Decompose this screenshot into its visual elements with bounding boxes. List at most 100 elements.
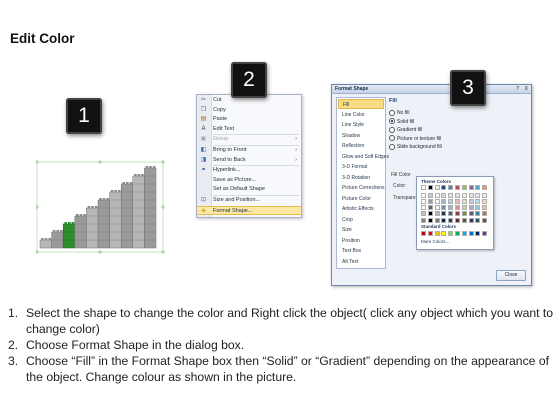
stair-block[interactable] bbox=[86, 207, 99, 249]
category-item-reflection[interactable]: Reflection bbox=[338, 141, 384, 151]
theme-color-swatch[interactable] bbox=[441, 185, 447, 190]
theme-color-swatch[interactable] bbox=[461, 198, 467, 204]
category-item-3-d-rotation[interactable]: 3-D Rotation bbox=[338, 173, 384, 183]
standard-color-swatch[interactable] bbox=[482, 231, 488, 236]
close-icon[interactable]: X bbox=[525, 86, 528, 92]
category-item-fill[interactable]: Fill bbox=[338, 99, 384, 109]
category-item-3-d-format[interactable]: 3-D Format bbox=[338, 162, 384, 172]
category-item-position[interactable]: Position bbox=[338, 236, 384, 246]
help-icon[interactable]: ? bbox=[516, 86, 519, 92]
standard-color-swatch[interactable] bbox=[434, 231, 440, 236]
theme-color-swatch[interactable] bbox=[441, 198, 447, 204]
stair-block[interactable] bbox=[132, 175, 145, 249]
theme-color-swatch[interactable] bbox=[448, 211, 454, 217]
category-item-crop[interactable]: Crop bbox=[338, 215, 384, 225]
theme-color-swatch[interactable] bbox=[482, 217, 488, 223]
theme-color-swatch[interactable] bbox=[448, 185, 454, 190]
theme-color-swatch[interactable] bbox=[448, 205, 454, 211]
theme-color-swatch[interactable] bbox=[475, 185, 481, 190]
category-item-alt-text[interactable]: Alt Text bbox=[338, 257, 384, 267]
menu-item-set-as-default-shape[interactable]: Set as Default Shape bbox=[197, 185, 301, 194]
theme-color-swatch[interactable] bbox=[434, 185, 440, 190]
theme-color-swatch[interactable] bbox=[434, 192, 440, 198]
menu-item-edit-text[interactable]: A Edit Text bbox=[197, 125, 301, 134]
theme-color-swatch[interactable] bbox=[461, 217, 467, 223]
theme-color-swatch[interactable] bbox=[455, 217, 460, 223]
menu-item-copy[interactable]: ❐ Copy bbox=[197, 106, 301, 115]
theme-color-swatch[interactable] bbox=[475, 198, 481, 204]
theme-color-swatch[interactable] bbox=[468, 185, 474, 190]
menu-item-send-to-back[interactable]: ◨ Send to Back › bbox=[197, 156, 301, 165]
theme-color-swatch[interactable] bbox=[448, 198, 454, 204]
theme-color-swatch[interactable] bbox=[455, 198, 460, 204]
resize-handle[interactable] bbox=[161, 250, 165, 254]
theme-color-swatch[interactable] bbox=[482, 185, 488, 190]
theme-color-swatch[interactable] bbox=[434, 211, 440, 217]
selected-block[interactable] bbox=[62, 223, 76, 249]
radio-gradient-fill[interactable]: Gradient fill bbox=[389, 126, 422, 134]
resize-handle[interactable] bbox=[161, 160, 165, 164]
theme-color-swatch[interactable] bbox=[441, 192, 447, 198]
menu-item-save-as-picture[interactable]: Save as Picture... bbox=[197, 176, 301, 185]
radio-solid-fill[interactable]: Solid fill bbox=[389, 118, 414, 126]
theme-color-swatch[interactable] bbox=[421, 185, 426, 190]
resize-handle[interactable] bbox=[98, 250, 102, 254]
theme-color-swatch[interactable] bbox=[461, 205, 467, 211]
theme-color-swatch[interactable] bbox=[455, 211, 460, 217]
resize-handle[interactable] bbox=[36, 160, 39, 164]
radio-no-fill[interactable]: No fill bbox=[389, 109, 410, 117]
radio-picture-or-texture-fill[interactable]: Picture or texture fill bbox=[389, 135, 441, 143]
theme-color-swatch[interactable] bbox=[427, 198, 433, 204]
theme-color-swatch[interactable] bbox=[427, 217, 433, 223]
category-item-glow-and-soft-edges[interactable]: Glow and Soft Edges bbox=[338, 152, 389, 162]
theme-color-swatch[interactable] bbox=[482, 192, 488, 198]
category-item-shadow[interactable]: Shadow bbox=[338, 131, 384, 141]
theme-color-swatch[interactable] bbox=[455, 205, 460, 211]
theme-color-swatch[interactable] bbox=[482, 198, 488, 204]
resize-handle[interactable] bbox=[98, 160, 102, 164]
theme-color-swatch[interactable] bbox=[421, 198, 426, 204]
theme-color-swatch[interactable] bbox=[434, 205, 440, 211]
category-item-picture-corrections[interactable]: Picture Corrections bbox=[338, 183, 385, 193]
standard-color-swatch[interactable] bbox=[461, 231, 467, 236]
theme-color-swatch[interactable] bbox=[475, 205, 481, 211]
theme-color-swatch[interactable] bbox=[468, 217, 474, 223]
theme-color-swatch[interactable] bbox=[461, 211, 467, 217]
resize-handle[interactable] bbox=[36, 250, 39, 254]
theme-color-swatch[interactable] bbox=[475, 211, 481, 217]
theme-color-swatch[interactable] bbox=[434, 217, 440, 223]
category-item-picture-color[interactable]: Picture Color bbox=[338, 194, 384, 204]
theme-color-swatch[interactable] bbox=[468, 192, 474, 198]
standard-color-swatch[interactable] bbox=[455, 231, 460, 236]
theme-color-swatch[interactable] bbox=[455, 192, 460, 198]
menu-item-size-and-position[interactable]: ⊡ Size and Position... bbox=[197, 196, 301, 205]
category-item-size[interactable]: Size bbox=[338, 225, 384, 235]
resize-handle[interactable] bbox=[36, 205, 39, 209]
standard-color-swatch[interactable] bbox=[448, 231, 454, 236]
menu-item-group[interactable]: ▣ Group › bbox=[197, 135, 301, 144]
theme-color-swatch[interactable] bbox=[455, 185, 460, 190]
category-item-artistic-effects[interactable]: Artistic Effects bbox=[338, 204, 384, 214]
category-item-line-color[interactable]: Line Color bbox=[338, 110, 384, 120]
theme-color-swatch[interactable] bbox=[421, 192, 426, 198]
theme-color-swatch[interactable] bbox=[475, 217, 481, 223]
theme-color-swatch[interactable] bbox=[482, 205, 488, 211]
theme-color-swatch[interactable] bbox=[427, 205, 433, 211]
theme-color-swatch[interactable] bbox=[482, 211, 488, 217]
stair-block[interactable] bbox=[39, 239, 52, 249]
standard-color-swatch[interactable] bbox=[468, 231, 474, 236]
theme-color-swatch[interactable] bbox=[427, 211, 433, 217]
close-button[interactable]: Close bbox=[496, 270, 526, 281]
radio-slide-background-fill[interactable]: Slide background fill bbox=[389, 143, 442, 151]
theme-color-swatch[interactable] bbox=[421, 217, 426, 223]
theme-color-swatch[interactable] bbox=[427, 192, 433, 198]
theme-color-swatch[interactable] bbox=[448, 217, 454, 223]
menu-item-hyperlink[interactable]: ⚭ Hyperlink... bbox=[197, 166, 301, 175]
menu-item-paste[interactable]: ▤ Paste bbox=[197, 115, 301, 124]
theme-color-swatch[interactable] bbox=[448, 192, 454, 198]
theme-color-swatch[interactable] bbox=[468, 205, 474, 211]
menu-item-format-shape[interactable]: ◈ Format Shape... bbox=[197, 205, 301, 215]
menu-item-bring-to-front[interactable]: ◧ Bring to Front › bbox=[197, 146, 301, 155]
standard-color-swatch[interactable] bbox=[427, 231, 433, 236]
resize-handle[interactable] bbox=[161, 205, 165, 209]
